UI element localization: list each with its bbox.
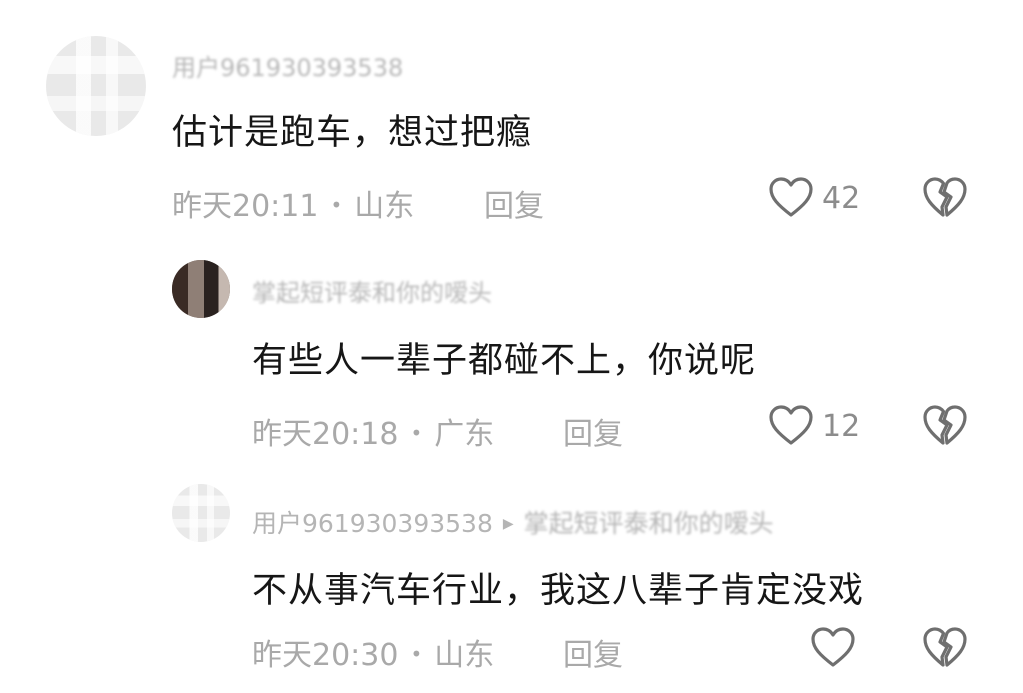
comment-meta: 昨天20:30 • 山东 xyxy=(252,630,494,674)
username[interactable]: 用户961930393538 xyxy=(172,48,403,83)
comment-text: 估计是跑车，想过把瘾 xyxy=(172,113,533,153)
reply-header: 用户961930393538 ▶ 掌起短评泰和你的嗳头 xyxy=(252,504,774,540)
comment-time: 昨天20:30 xyxy=(252,638,399,673)
like-button[interactable] xyxy=(810,626,856,668)
comment-meta: 昨天20:18 • 广东 xyxy=(252,409,494,453)
heart-outline-icon xyxy=(769,177,813,217)
comment-time: 昨天20:11 xyxy=(172,189,319,224)
dislike-button[interactable] xyxy=(922,404,968,446)
broken-heart-icon xyxy=(923,405,967,445)
comment-item: 用户961930393538 估计是跑车，想过把瘾 昨天20:11 • 山东 回复 … xyxy=(0,0,1023,230)
reply-item: 掌起短评泰和你的嗳头 有些人一辈子都碰不上，你说呢 昨天20:18 • 广东 回复 … xyxy=(0,230,1023,470)
avatar-image xyxy=(46,36,146,136)
reply-button[interactable]: 回复 xyxy=(484,181,544,225)
broken-heart-icon xyxy=(923,177,967,217)
like-count: 42 xyxy=(822,181,861,216)
avatar[interactable] xyxy=(46,36,146,136)
comment-location: 山东 xyxy=(434,638,495,673)
broken-heart-icon xyxy=(923,627,967,667)
username[interactable]: 掌起短评泰和你的嗳头 xyxy=(252,273,492,308)
separator-dot: • xyxy=(410,421,423,445)
avatar-image xyxy=(172,484,230,542)
separator-dot: • xyxy=(330,193,343,217)
like-button[interactable] xyxy=(768,176,814,218)
comment-meta: 昨天20:11 • 山东 xyxy=(172,181,414,225)
comment-text: 有些人一辈子都碰不上，你说呢 xyxy=(252,341,757,381)
heart-outline-icon xyxy=(769,405,813,445)
dislike-button[interactable] xyxy=(922,176,968,218)
avatar-image xyxy=(172,260,230,318)
dislike-button[interactable] xyxy=(922,626,968,668)
reply-item: 用户961930393538 ▶ 掌起短评泰和你的嗳头 不从事汽车行业，我这八辈子肯… xyxy=(0,470,1023,693)
comment-text: 不从事汽车行业，我这八辈子肯定没戏 xyxy=(252,571,865,611)
reply-button[interactable]: 回复 xyxy=(563,630,623,674)
separator-dot: • xyxy=(410,642,423,666)
comment-location: 广东 xyxy=(434,417,495,452)
avatar[interactable] xyxy=(172,484,230,542)
avatar[interactable] xyxy=(172,260,230,318)
like-button[interactable] xyxy=(768,404,814,446)
reply-button[interactable]: 回复 xyxy=(563,409,623,453)
comment-location: 山东 xyxy=(354,189,415,224)
username[interactable]: 用户961930393538 xyxy=(252,509,493,538)
reply-to-username[interactable]: 掌起短评泰和你的嗳头 xyxy=(524,504,774,540)
triangle-right-icon: ▶ xyxy=(502,516,514,532)
like-count: 12 xyxy=(822,409,861,444)
heart-outline-icon xyxy=(811,627,855,667)
comment-time: 昨天20:18 xyxy=(252,417,399,452)
